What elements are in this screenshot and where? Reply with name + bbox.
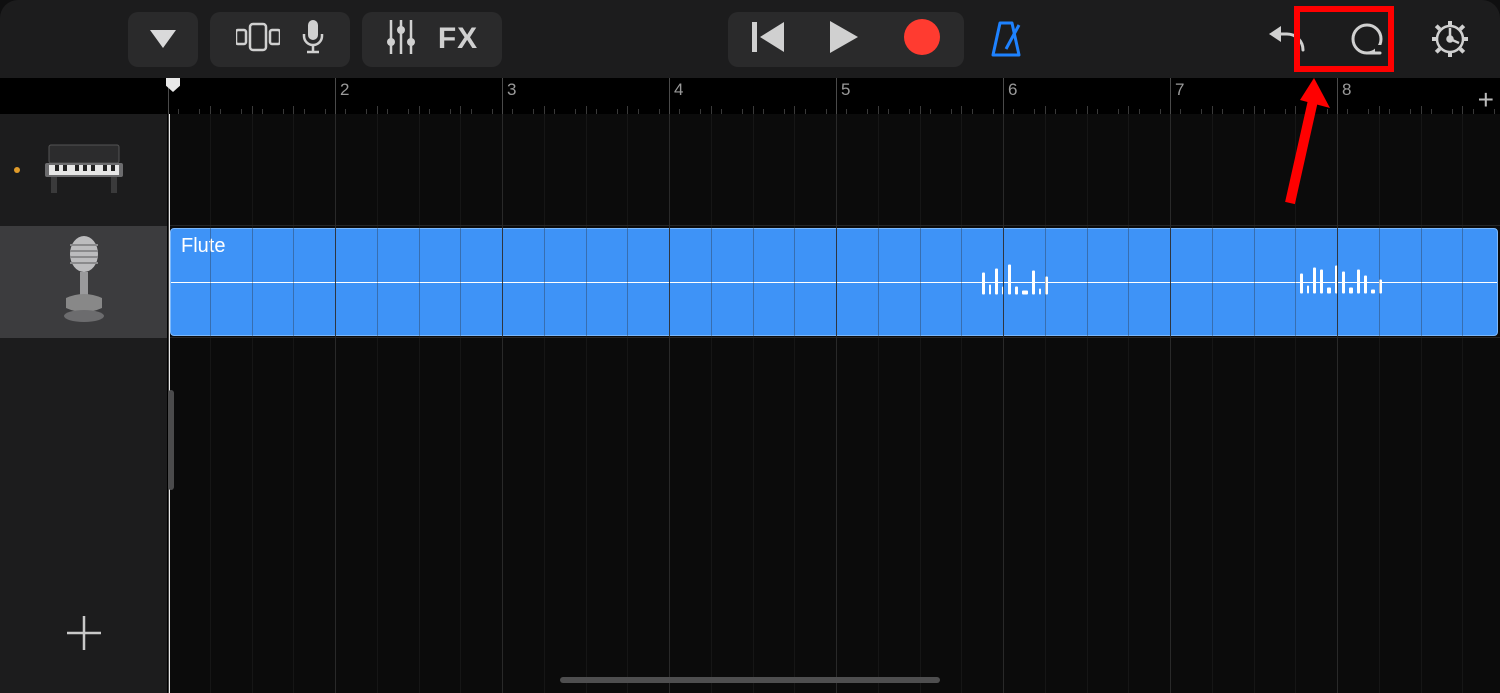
- settings-button[interactable]: [1422, 12, 1478, 67]
- waveform-cluster-2: [1298, 266, 1384, 299]
- input-button-group[interactable]: [210, 12, 350, 67]
- waveform-cluster-1: [980, 265, 1050, 300]
- fx-label: FX: [438, 22, 478, 56]
- track-headers: [0, 114, 168, 693]
- gear-icon: [1430, 19, 1470, 59]
- vertical-scroll-thumb[interactable]: [168, 390, 174, 490]
- region-name: Flute: [181, 235, 225, 258]
- browser-icon: [236, 22, 280, 57]
- metronome-icon: [989, 21, 1023, 57]
- audio-region-flute[interactable]: Flute: [170, 228, 1498, 336]
- record-icon: [904, 19, 940, 55]
- rewind-button[interactable]: [752, 22, 784, 57]
- tracks-area: Flute: [0, 114, 1500, 693]
- ruler[interactable]: 2345678 +: [0, 78, 1500, 114]
- track-header-audio[interactable]: [0, 226, 167, 338]
- track-settings-group[interactable]: FX: [362, 12, 502, 67]
- metronome-button[interactable]: [976, 12, 1036, 67]
- play-button[interactable]: [830, 21, 858, 58]
- record-button[interactable]: [904, 19, 940, 60]
- indicator-dot: [14, 167, 20, 173]
- annotation-highlight: [1294, 6, 1394, 72]
- sliders-icon: [386, 20, 416, 59]
- rewind-icon: [752, 22, 784, 52]
- plus-icon: [67, 616, 101, 650]
- track-lane-2[interactable]: Flute: [168, 226, 1500, 338]
- mic-icon: [302, 20, 324, 59]
- microphone-icon: [60, 236, 108, 329]
- transport-controls: [728, 12, 964, 67]
- timeline-lanes[interactable]: Flute: [168, 114, 1500, 693]
- triangle-down-icon: [150, 30, 176, 48]
- add-section-button[interactable]: +: [1478, 84, 1494, 116]
- play-icon: [830, 21, 858, 53]
- track-header-keyboard[interactable]: [0, 114, 167, 226]
- keyboard-icon: [45, 141, 123, 200]
- track-lane-1[interactable]: [168, 114, 1500, 226]
- toolbar: FX: [0, 0, 1500, 78]
- add-track-button[interactable]: [0, 593, 168, 673]
- home-indicator: [560, 677, 940, 683]
- view-menu-button[interactable]: [128, 12, 198, 67]
